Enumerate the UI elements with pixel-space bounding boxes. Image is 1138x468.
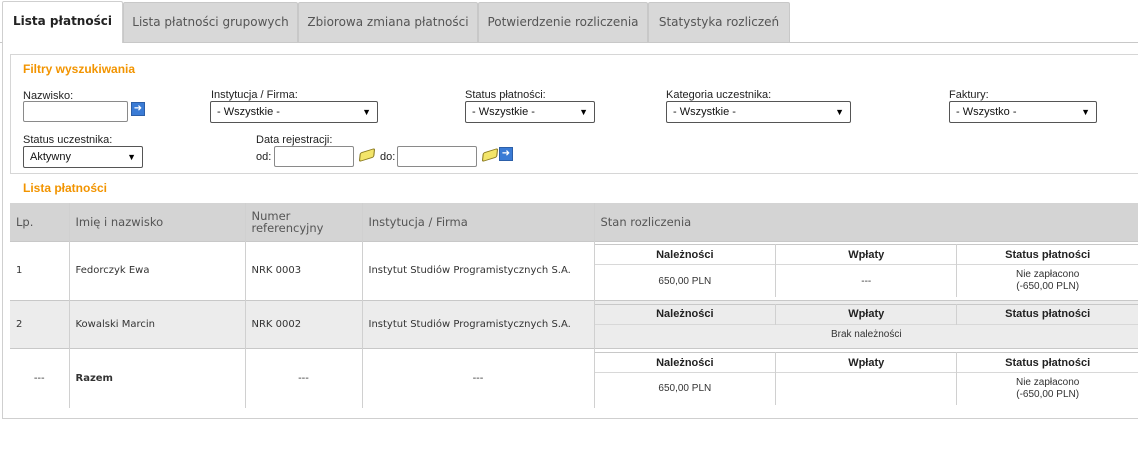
payments-value xyxy=(775,372,957,405)
total-institution: --- xyxy=(361,348,594,408)
participant-category-select[interactable]: - Wszystkie - ▼ xyxy=(666,101,851,123)
col-name[interactable]: Imię i nazwisko xyxy=(68,203,245,241)
col-settlement: Stan rozliczenia xyxy=(593,203,1138,241)
chevron-down-icon: ▼ xyxy=(1081,107,1090,117)
table-row[interactable]: 2 Kowalski Marcin NRK 0002 Instytut Stud… xyxy=(10,300,1138,348)
status-line1: Nie zapłacono xyxy=(1015,376,1080,388)
payments-table: Lp. Imię i nazwisko Numer referencyjny I… xyxy=(10,203,1138,408)
surname-input[interactable] xyxy=(23,101,128,122)
status-line2: (-650,00 PLN) xyxy=(1016,281,1080,292)
arrow-right-icon[interactable]: ➜ xyxy=(499,147,513,161)
invoices-label: Faktury: xyxy=(949,89,989,101)
chevron-down-icon: ▼ xyxy=(127,152,136,162)
institution-select-value: - Wszystkie - xyxy=(217,106,280,118)
status-header: Status płatności xyxy=(956,352,1138,373)
row-settlement: Należności Wpłaty Status płatności Brak na… xyxy=(593,300,1138,348)
row-ref: NRK 0002 xyxy=(244,300,362,348)
status-line2: (-650,00 PLN) xyxy=(1016,388,1080,400)
payment-status-value: Nie zapłacono (-650,00 PLN) xyxy=(956,264,1138,297)
list-title: Lista płatności xyxy=(23,181,108,195)
date-from-label: od: xyxy=(256,151,272,163)
payments-header: Wpłaty xyxy=(775,304,957,325)
no-receivables-text: Brak należności xyxy=(594,324,1138,345)
participant-status-select[interactable]: Aktywny ▼ xyxy=(23,146,143,168)
receivables-header: Należności xyxy=(656,308,714,321)
row-settlement: Należności Wpłaty Status płatności 650,00 … xyxy=(593,241,1138,300)
col-ref[interactable]: Numer referencyjny xyxy=(244,203,362,241)
settlement-table: Należności Wpłaty Status płatności 650,00 … xyxy=(594,244,1138,297)
tab-statystyka-rozliczen[interactable]: Statystyka rozliczeń xyxy=(648,2,790,42)
receivables-header: Należności xyxy=(656,356,714,369)
participant-category-select-value: - Wszystkie - xyxy=(673,106,736,118)
registration-date-label: Data rejestracji: xyxy=(256,134,333,146)
participant-category-label: Kategoria uczestnika: xyxy=(666,89,772,101)
settlement-table: Należności Wpłaty Status płatności 650,00 … xyxy=(594,352,1138,405)
col-lp[interactable]: Lp. xyxy=(10,203,69,241)
total-lp: --- xyxy=(33,372,45,384)
chevron-down-icon: ▼ xyxy=(362,107,371,117)
payments-header: Wpłaty xyxy=(775,244,957,265)
row-institution: Instytut Studiów Programistycznych S.A. xyxy=(361,300,594,348)
row-ref: NRK 0003 xyxy=(244,241,362,300)
row-name: Fedorczyk Ewa xyxy=(68,241,245,300)
payment-status-select-value: - Wszystkie - xyxy=(472,106,535,118)
row-name: Kowalski Marcin xyxy=(68,300,245,348)
tab-lista-platnosci[interactable]: Lista płatności xyxy=(2,1,123,43)
institution-select[interactable]: - Wszystkie - ▼ xyxy=(210,101,378,123)
row-lp: 2 xyxy=(10,300,69,348)
total-ref: --- xyxy=(244,348,362,408)
receivables-header: Należności xyxy=(656,248,714,261)
invoices-select[interactable]: - Wszystko - ▼ xyxy=(949,101,1097,123)
chevron-down-icon: ▼ xyxy=(835,107,844,117)
arrow-right-icon[interactable]: ➜ xyxy=(131,102,145,116)
filters-title: Filtry wyszukiwania xyxy=(23,62,136,76)
payments-value: --- xyxy=(775,264,957,297)
receivables-value: 650,00 PLN xyxy=(658,275,712,287)
payment-status-label: Status płatności: xyxy=(465,89,546,101)
total-row: --- Razem --- --- Należności Wpłaty Status… xyxy=(10,348,1138,408)
payments-header: Wpłaty xyxy=(775,352,957,373)
tab-potwierdzenie-rozliczenia[interactable]: Potwierdzenie rozliczenia xyxy=(478,2,648,42)
institution-label: Instytucja / Firma: xyxy=(211,89,298,101)
tab-lista-platnosci-grupowych[interactable]: Lista płatności grupowych xyxy=(123,2,298,42)
col-institution[interactable]: Instytucja / Firma xyxy=(361,203,594,241)
chevron-down-icon: ▼ xyxy=(579,107,588,117)
participant-status-label: Status uczestnika: xyxy=(23,134,113,146)
date-from-input[interactable] xyxy=(274,146,354,167)
status-line1: Nie zapłacono xyxy=(1015,269,1080,280)
table-row[interactable]: 1 Fedorczyk Ewa NRK 0003 Instytut Studió… xyxy=(10,241,1138,300)
date-to-input[interactable] xyxy=(397,146,477,167)
status-header: Status płatności xyxy=(956,244,1138,265)
participant-status-select-value: Aktywny xyxy=(30,151,71,163)
tab-zbiorowa-zmiana-platnosci[interactable]: Zbiorowa zmiana płatności xyxy=(298,2,478,42)
payment-status-select[interactable]: - Wszystkie - ▼ xyxy=(465,101,595,123)
table-header-row: Lp. Imię i nazwisko Numer referencyjny I… xyxy=(10,203,1138,241)
receivables-value: 650,00 PLN xyxy=(658,383,712,395)
total-settlement: Należności Wpłaty Status płatności 650,00 … xyxy=(593,348,1138,408)
invoices-select-value: - Wszystko - xyxy=(956,106,1017,118)
date-to-label: do: xyxy=(380,151,396,163)
row-lp: 1 xyxy=(16,265,23,276)
status-header: Status płatności xyxy=(956,304,1138,325)
row-institution: Instytut Studiów Programistycznych S.A. xyxy=(361,241,594,300)
total-name: Razem xyxy=(68,348,245,408)
payment-status-value: Nie zapłacono (-650,00 PLN) xyxy=(956,372,1138,405)
settlement-table: Należności Wpłaty Status płatności Brak na… xyxy=(594,304,1138,345)
